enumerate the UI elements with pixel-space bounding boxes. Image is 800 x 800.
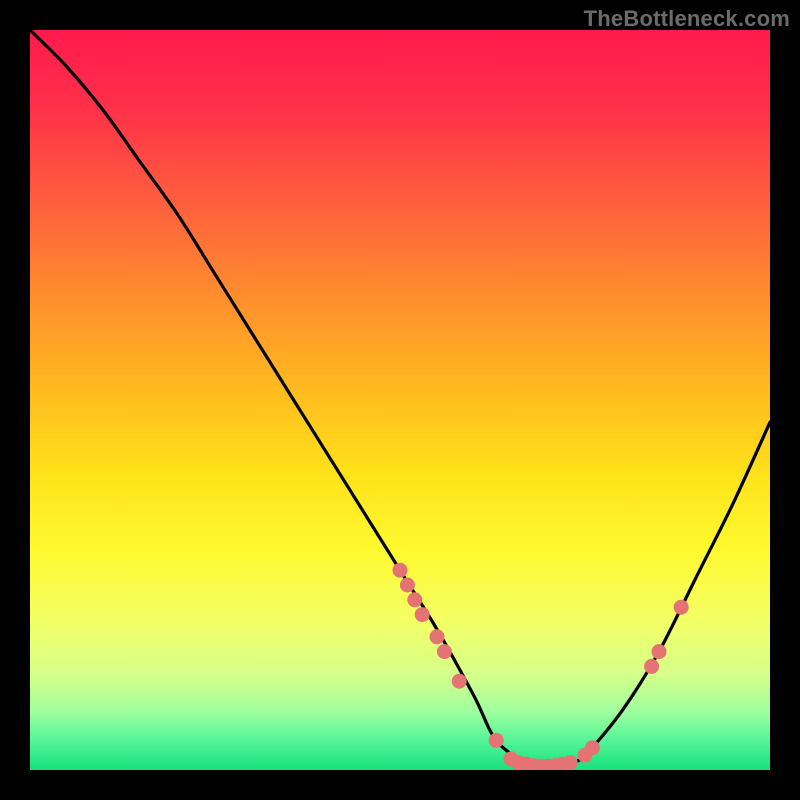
data-marker: [674, 600, 689, 615]
data-marker: [489, 733, 504, 748]
chart-frame: [30, 30, 770, 770]
data-marker: [415, 607, 430, 622]
data-marker: [563, 755, 578, 770]
watermark-text: TheBottleneck.com: [584, 6, 790, 32]
data-marker: [393, 563, 408, 578]
data-marker: [400, 578, 415, 593]
data-marker: [652, 644, 667, 659]
data-marker: [437, 644, 452, 659]
data-marker: [407, 592, 422, 607]
data-marker: [430, 629, 445, 644]
data-marker: [644, 659, 659, 674]
data-marker: [452, 674, 467, 689]
bottleneck-chart: [30, 30, 770, 770]
data-marker: [585, 740, 600, 755]
